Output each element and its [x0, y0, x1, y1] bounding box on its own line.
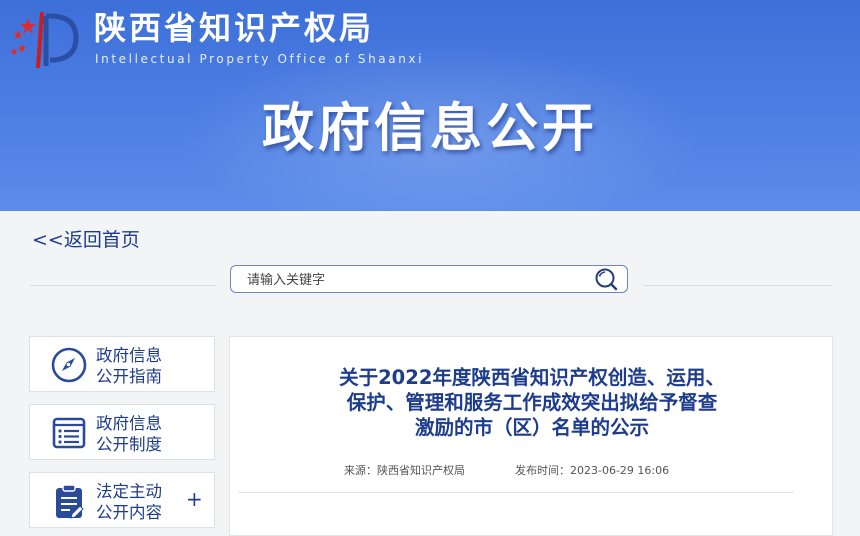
article-source: 来源：陕西省知识产权局: [344, 464, 465, 477]
article-panel: 关于2022年度陕西省知识产权创造、运用、 保护、管理和服务工作成效突出拟给予督…: [229, 336, 833, 536]
search-icon[interactable]: [593, 267, 619, 291]
org-name-en: Intellectual Property Office of Shaanxi: [95, 52, 425, 66]
sidebar-item-system[interactable]: 政府信息 公开制度: [29, 404, 215, 460]
sidebar-item-label: 政府信息 公开指南: [96, 346, 162, 386]
search-box: [230, 265, 628, 293]
meta-divider: [238, 492, 794, 493]
back-home-link[interactable]: <<返回首页: [32, 226, 140, 254]
article-date: 发布时间：2023-06-29 16:06: [515, 464, 670, 477]
org-name-cn: 陕西省知识产权局: [94, 9, 375, 47]
sidebar-item-label: 法定主动 公开内容: [96, 482, 162, 522]
sidebar-item-statutory[interactable]: 法定主动 公开内容 +: [29, 472, 215, 528]
compass-icon: [51, 347, 87, 383]
document-list-icon: [52, 417, 86, 449]
hero-title: 政府信息公开: [261, 99, 598, 159]
sidebar-item-label: 政府信息 公开制度: [96, 414, 162, 454]
expand-plus-icon[interactable]: +: [186, 487, 203, 511]
article-title: 关于2022年度陕西省知识产权创造、运用、 保护、管理和服务工作成效突出拟给予督…: [339, 366, 725, 439]
search-input[interactable]: [245, 268, 589, 292]
search-divider-left: [30, 285, 216, 286]
search-divider-right: [643, 285, 833, 286]
clipboard-icon: [56, 484, 84, 519]
sidebar-item-guide[interactable]: 政府信息 公开指南: [29, 336, 215, 392]
header-banner: 陕西省知识产权局 Intellectual Property Office of…: [0, 0, 860, 211]
org-logo-icon[interactable]: [6, 8, 86, 70]
